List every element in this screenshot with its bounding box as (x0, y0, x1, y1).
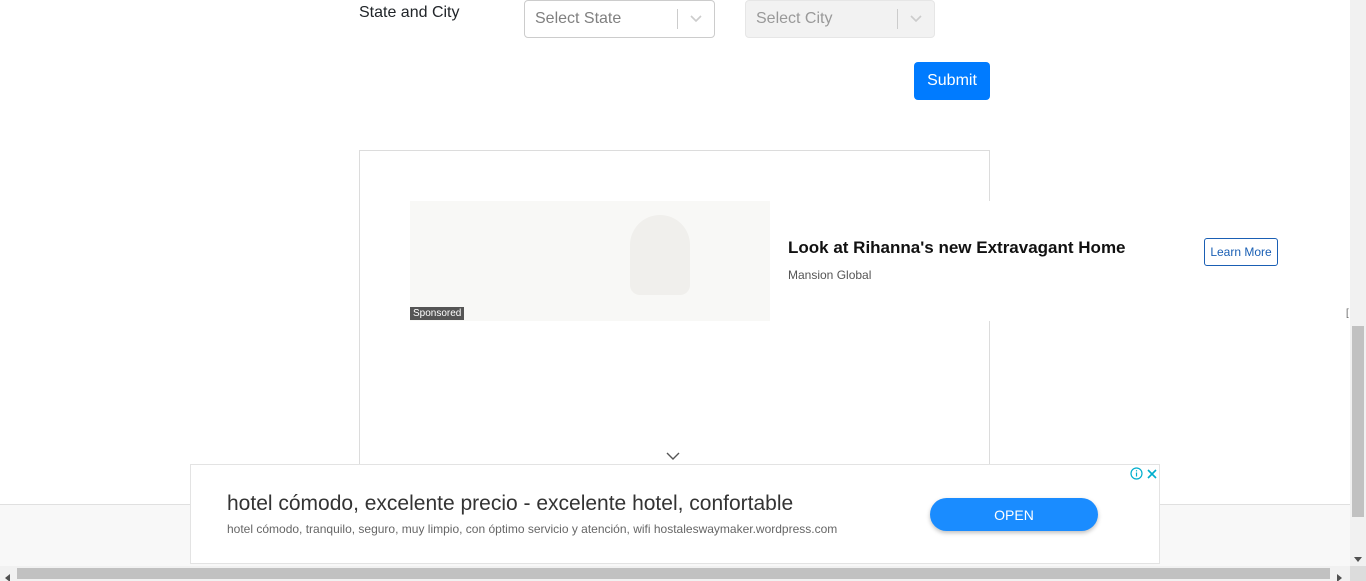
bottom-banner-ad[interactable]: hotel cómodo, excelente precio - excelen… (190, 464, 1160, 564)
sponsored-badge: Sponsored (410, 307, 465, 320)
scroll-right-arrow-icon[interactable] (1337, 569, 1343, 581)
submit-button[interactable]: Submit (914, 62, 990, 100)
adchoices[interactable] (1129, 466, 1159, 481)
vertical-scroll-thumb[interactable] (1352, 326, 1364, 517)
sponsored-ad[interactable]: Sponsored Look at Rihanna's new Extravag… (410, 201, 1288, 321)
ad-source: Mansion Global (788, 268, 872, 282)
learn-more-button[interactable]: Learn More (1204, 238, 1278, 266)
info-icon[interactable] (1129, 466, 1144, 481)
chevron-down-icon[interactable] (665, 449, 681, 461)
close-icon[interactable] (1144, 466, 1159, 481)
ad-image-figure (630, 215, 690, 295)
bottom-ad-headline[interactable]: hotel cómodo, excelente precio - excelen… (227, 492, 793, 516)
bottom-ad-description: hotel cómodo, tranquilo, seguro, muy lim… (227, 522, 838, 536)
city-select[interactable]: Select City (745, 0, 935, 38)
city-select-placeholder: Select City (756, 10, 833, 27)
chevron-down-icon[interactable] (678, 14, 714, 24)
bracket-icon: [ (1346, 308, 1349, 319)
ad-image[interactable]: Sponsored (410, 201, 770, 321)
scrollbar-corner (1350, 566, 1366, 581)
state-select-placeholder: Select State (535, 10, 622, 27)
state-select[interactable]: Select State (524, 0, 715, 38)
chevron-down-icon[interactable] (898, 14, 934, 24)
ad-title[interactable]: Look at Rihanna's new Extravagant Home (788, 238, 1126, 258)
scroll-left-arrow-icon[interactable] (4, 569, 10, 581)
state-city-label: State and City (359, 4, 460, 21)
vertical-scrollbar[interactable] (1350, 0, 1366, 566)
horizontal-scroll-thumb[interactable] (17, 568, 1330, 579)
open-button[interactable]: OPEN (930, 498, 1098, 531)
page: State and City Select State Select City … (0, 0, 1366, 581)
horizontal-scrollbar[interactable] (0, 566, 1366, 581)
